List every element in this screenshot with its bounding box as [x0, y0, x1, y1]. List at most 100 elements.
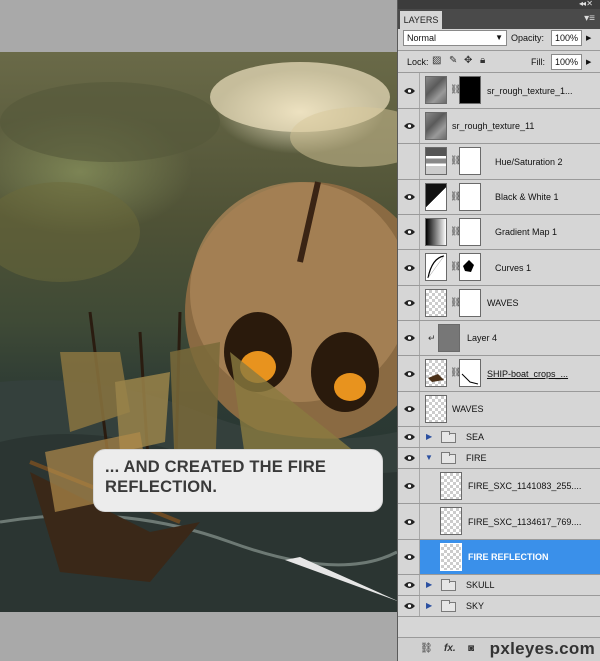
- eye-icon: [404, 518, 415, 525]
- visibility-toggle[interactable]: [398, 469, 420, 503]
- tab-layers[interactable]: LAYERS: [400, 11, 442, 29]
- ship-thumb-icon: [428, 374, 444, 382]
- curves-graph-icon: [427, 255, 445, 279]
- folder-icon: [441, 452, 456, 464]
- eye-icon: [404, 582, 415, 588]
- expand-triangle-icon[interactable]: ▶: [426, 432, 432, 441]
- visibility-toggle[interactable]: [398, 427, 420, 447]
- layer-name: FIRE REFLECTION: [468, 552, 549, 562]
- layer-row-selected[interactable]: FIRE REFLECTION: [398, 540, 600, 575]
- collapse-triangle-icon[interactable]: ▼: [425, 453, 433, 462]
- visibility-toggle[interactable]: [398, 575, 420, 595]
- layer-name: WAVES: [487, 298, 519, 308]
- layer-thumbnail: [438, 324, 460, 352]
- panel-menu-icon[interactable]: ▾≡: [584, 13, 595, 24]
- eye-icon: [404, 194, 415, 200]
- visibility-toggle[interactable]: [398, 321, 420, 355]
- panel-tab-row: LAYERS ▾≡: [398, 9, 600, 29]
- eye-icon: [404, 370, 415, 377]
- eye-icon: [404, 123, 415, 129]
- layer-group-row[interactable]: ▶ SEA: [398, 427, 600, 448]
- layer-row[interactable]: ⛓︎ Curves 1: [398, 250, 600, 286]
- layers-panel: ◂◂ ✕ LAYERS ▾≡ Normal ▼ Opacity: 100% ▶ …: [397, 0, 600, 661]
- layer-row[interactable]: ⛓︎ Black & White 1: [398, 180, 600, 215]
- double-chevron-right-icon[interactable]: ◂◂ ✕: [579, 0, 593, 8]
- layer-row[interactable]: sr_rough_texture_11: [398, 109, 600, 144]
- layer-name: Black & White 1: [495, 192, 559, 202]
- eye-icon: [404, 603, 415, 609]
- visibility-toggle[interactable]: [398, 180, 420, 214]
- expand-triangle-icon[interactable]: ▶: [426, 601, 432, 610]
- opacity-label: Opacity:: [511, 33, 545, 43]
- opacity-flyout-icon[interactable]: ▶: [586, 34, 591, 42]
- lock-transparency-icon[interactable]: ▨: [432, 55, 441, 66]
- visibility-toggle[interactable]: [398, 144, 420, 179]
- lock-pixels-icon[interactable]: ✎: [449, 55, 457, 66]
- layer-row[interactable]: ↵ Layer 4: [398, 321, 600, 356]
- layer-name: sr_rough_texture_11: [452, 121, 535, 131]
- layer-row[interactable]: ⛓︎ WAVES: [398, 286, 600, 321]
- layer-thumbnail: [425, 76, 447, 104]
- visibility-toggle[interactable]: [398, 448, 420, 468]
- visibility-toggle[interactable]: [398, 540, 420, 574]
- visibility-toggle[interactable]: [398, 596, 420, 616]
- layer-thumbnail: [425, 112, 447, 140]
- fill-field[interactable]: 100%: [551, 54, 582, 70]
- layer-row[interactable]: ⛓︎ sr_rough_texture_1...: [398, 73, 600, 109]
- artwork-image: ... AND CREATED THE FIRE REFLECTION.: [0, 52, 397, 612]
- folder-icon: [441, 431, 456, 443]
- visibility-toggle[interactable]: [398, 250, 420, 285]
- layer-name: Gradient Map 1: [495, 227, 558, 237]
- layer-mask-thumbnail: [459, 218, 481, 246]
- layer-mask-thumbnail: [459, 147, 481, 175]
- lock-position-icon[interactable]: ✥: [464, 55, 472, 66]
- fill-flyout-icon[interactable]: ▶: [586, 58, 591, 66]
- layer-thumbnail: [440, 472, 462, 500]
- eye-icon: [404, 87, 415, 94]
- layer-row[interactable]: ⛓︎ SHIP-boat_crops_...: [398, 356, 600, 392]
- opacity-field[interactable]: 100%: [551, 30, 582, 46]
- visibility-toggle[interactable]: [398, 286, 420, 320]
- canvas-area[interactable]: ... AND CREATED THE FIRE REFLECTION.: [0, 0, 397, 661]
- callout-text: ... AND CREATED THE FIRE REFLECTION.: [105, 458, 327, 496]
- eye-icon: [404, 406, 415, 412]
- layer-group-row[interactable]: ▶ SKULL: [398, 575, 600, 596]
- layer-row[interactable]: FIRE_SXC_1141083_255....: [398, 469, 600, 504]
- visibility-toggle[interactable]: [398, 392, 420, 426]
- layer-row[interactable]: ⛓︎ Hue/Saturation 2: [398, 144, 600, 180]
- visibility-toggle[interactable]: [398, 215, 420, 249]
- layer-mask-thumbnail: [459, 289, 481, 317]
- curves-icon: [425, 253, 447, 281]
- tutorial-callout: ... AND CREATED THE FIRE REFLECTION.: [93, 449, 383, 512]
- layer-name: Curves 1: [495, 263, 532, 273]
- lock-all-icon[interactable]: 🔒︎: [480, 55, 485, 66]
- mask-shape-icon: [463, 260, 474, 272]
- layer-row[interactable]: WAVES: [398, 392, 600, 427]
- layer-name: Layer 4: [467, 333, 498, 343]
- divider: [398, 50, 600, 51]
- hue-saturation-icon: [425, 147, 447, 175]
- eye-icon: [404, 434, 415, 440]
- visibility-toggle[interactable]: [398, 109, 420, 143]
- mask-shape-icon: [461, 373, 479, 385]
- folder-icon: [441, 600, 456, 612]
- layer-group-row[interactable]: ▼ FIRE: [398, 448, 600, 469]
- layer-group-row[interactable]: ▶ SKY: [398, 596, 600, 617]
- panel-bottom-toolbar: ⛓︎ fx. ◙ pxleyes.com: [398, 637, 600, 661]
- visibility-toggle[interactable]: [398, 73, 420, 108]
- layer-row[interactable]: ⛓︎ Gradient Map 1: [398, 215, 600, 250]
- expand-triangle-icon[interactable]: ▶: [426, 580, 432, 589]
- visibility-toggle[interactable]: [398, 504, 420, 539]
- link-layers-icon[interactable]: ⛓︎: [420, 643, 433, 654]
- layer-name: Hue/Saturation 2: [495, 157, 563, 167]
- visibility-toggle[interactable]: [398, 356, 420, 391]
- layer-row[interactable]: FIRE_SXC_1134617_769....: [398, 504, 600, 540]
- blend-mode-select[interactable]: Normal ▼: [403, 30, 507, 46]
- eye-icon: [404, 554, 415, 560]
- fx-icon[interactable]: fx.: [444, 643, 456, 654]
- layer-mask-thumbnail: [459, 359, 481, 387]
- layer-mask-thumbnail: [459, 183, 481, 211]
- eye-icon: [404, 335, 415, 341]
- group-name: SEA: [466, 432, 485, 442]
- add-mask-icon[interactable]: ◙: [468, 643, 474, 654]
